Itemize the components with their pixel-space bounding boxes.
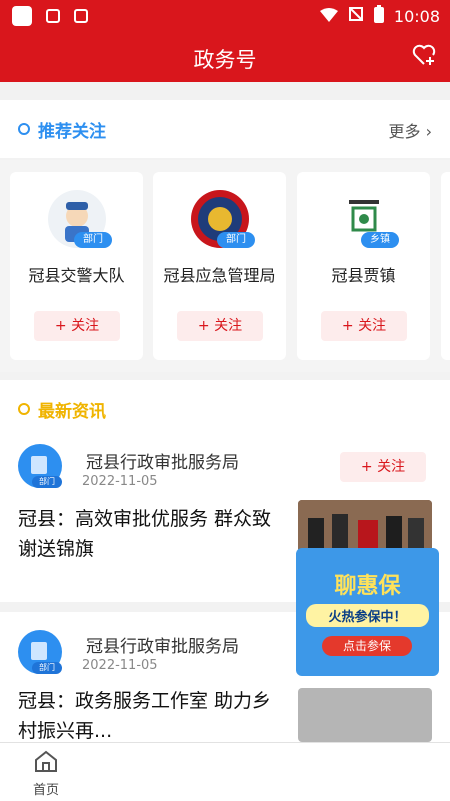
account-name: 冠县交警大队 — [28, 266, 125, 285]
department-avatar[interactable]: 部门 — [18, 444, 62, 488]
account-card[interactable]: 乡镇 冠县贾镇 + 关注 — [297, 172, 430, 360]
ad-subtitle: 火热参保中！ — [306, 604, 429, 627]
account-type-tag: 部门 — [74, 232, 112, 248]
page-title: 政务号 — [193, 48, 257, 72]
latest-section-header: 最新资讯 — [0, 380, 450, 438]
account-name: 冠县应急管理局 — [163, 266, 276, 285]
follow-button[interactable]: + 关注 — [340, 452, 426, 482]
news-date: 2022-11-05 — [82, 474, 158, 489]
follow-button[interactable]: + 关注 — [321, 311, 407, 341]
recommend-title: 推荐关注 — [38, 122, 106, 142]
news-source[interactable]: 冠县行政审批服务局 — [86, 632, 239, 657]
tab-home[interactable]: 首页 — [24, 749, 68, 798]
grid-icon — [74, 9, 88, 23]
insurance-ad-banner[interactable]: 聊惠保 火热参保中！ 点击参保 — [296, 548, 439, 676]
recommend-section-header: 推荐关注 更多 › — [0, 100, 450, 158]
account-type-tag: 部门 — [217, 232, 255, 248]
more-link[interactable]: 更多 › — [388, 118, 432, 142]
news-thumbnail[interactable] — [298, 688, 432, 742]
account-name: 冠县贾镇 — [331, 266, 396, 285]
tab-home-label: 首页 — [32, 783, 59, 798]
more-label: 更多 — [388, 122, 421, 141]
app-bar: 政务号 — [0, 32, 450, 82]
ad-title: 聊惠保 — [334, 574, 401, 599]
news-headline[interactable]: 冠县：政务服务工作室 助力乡村振兴再... — [18, 686, 283, 746]
follow-button[interactable]: + 关注 — [34, 311, 120, 341]
signal-off-icon — [348, 6, 364, 26]
home-icon — [24, 749, 68, 777]
status-bar: 10:08 — [0, 0, 450, 32]
news-source[interactable]: 冠县行政审批服务局 — [86, 448, 239, 473]
chevron-right-icon: › — [425, 122, 432, 141]
building-icon — [31, 456, 47, 474]
wifi-icon — [319, 7, 338, 26]
recommend-cards: 部门 冠县交警大队 + 关注 部门 冠县应急管理局 + 关注 乡镇 冠县贾镇 +… — [0, 160, 450, 372]
account-card[interactable]: 部门 冠县应急管理局 + 关注 — [153, 172, 286, 360]
account-type-tag: 部门 — [32, 476, 62, 488]
account-card-partial[interactable] — [441, 172, 450, 360]
latest-title: 最新资讯 — [38, 402, 106, 422]
news-thumbnail[interactable] — [298, 500, 432, 552]
section-dot-icon — [18, 123, 30, 135]
account-card[interactable]: 部门 冠县交警大队 + 关注 — [10, 172, 143, 360]
building-icon — [31, 642, 47, 660]
section-dot-icon — [18, 403, 30, 415]
account-type-tag: 乡镇 — [361, 232, 399, 248]
battery-icon — [373, 5, 384, 27]
news-date: 2022-11-05 — [82, 658, 158, 673]
clock-time: 10:08 — [393, 6, 440, 26]
ad-join-button[interactable]: 点击参保 — [322, 636, 412, 656]
news-headline[interactable]: 冠县：高效审批优服务 群众致谢送锦旗 — [18, 504, 283, 564]
follow-button[interactable]: + 关注 — [177, 311, 263, 341]
heart-plus-icon[interactable] — [412, 44, 436, 70]
account-type-tag: 部门 — [32, 662, 62, 674]
app-notification-icon — [12, 6, 32, 26]
shield-icon — [46, 9, 60, 23]
department-avatar[interactable]: 部门 — [18, 630, 62, 674]
bottom-tab-bar: 首页 — [0, 742, 450, 801]
